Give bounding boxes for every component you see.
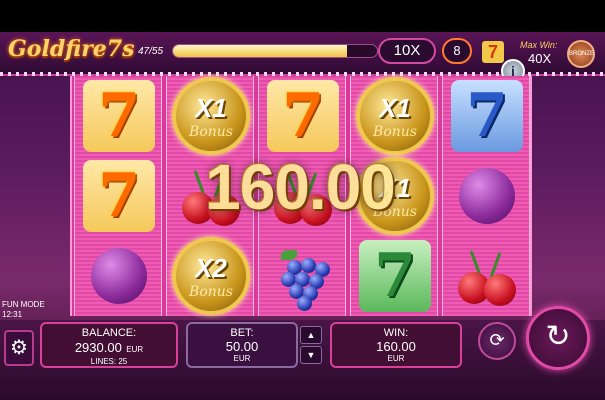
reel-cell [443, 236, 531, 316]
balance-panel: BALANCE: 2930.00 EUR LINES: 25 [40, 322, 178, 368]
bet-currency: EUR [233, 354, 251, 363]
reel-cell: 7 [351, 236, 439, 316]
bet-decrease-button[interactable]: ▼ [300, 346, 322, 364]
bonus-text: Bonus [189, 123, 233, 140]
bet-panel: BET: 50.00 EUR [186, 322, 298, 368]
win-value: 160.00 [376, 339, 416, 354]
bonus-multiplier: X1 [195, 92, 227, 123]
balance-label: BALANCE: [81, 327, 137, 339]
max-win-value: 40X [528, 51, 552, 66]
bonus-multiplier: X2 [195, 252, 227, 283]
game-stage: Goldfire7s 47/55 10X 8 7 Max Win: 40X BR… [0, 0, 605, 400]
seven-symbol: 7 [267, 80, 339, 152]
progress-fill [173, 45, 348, 57]
bet-stepper: ▲ ▼ [300, 326, 322, 364]
bet-value: 50.00 [225, 339, 259, 354]
reel-cell [259, 236, 347, 316]
reel-cell: X1 Bonus [351, 76, 439, 156]
reel-cell: 7 [75, 76, 163, 156]
bonus-text: Bonus [373, 123, 417, 140]
cherries-symbol [452, 246, 522, 306]
multiplier-display: 10X [378, 38, 436, 64]
game-logo: Goldfire7s [8, 36, 135, 62]
seven-symbol: 7 [83, 160, 155, 232]
reel-cell: 7 [75, 156, 163, 236]
bonus-text: Bonus [189, 283, 233, 300]
reel-cell: 7 [259, 76, 347, 156]
autoplay-icon: ⟳ [489, 330, 505, 350]
reel-cell: X1 Bonus [167, 76, 255, 156]
spin-icon: ↻ [545, 320, 571, 353]
bonus-coin-symbol: X2 Bonus [172, 237, 250, 315]
fun-mode-label: FUN MODE [2, 300, 45, 309]
max-win-label: Max Win: [520, 40, 558, 50]
progress-bar [172, 44, 378, 58]
reel-5: 7 [442, 76, 530, 316]
bonus-coin-symbol: X1 Bonus [172, 77, 250, 155]
seven-blue-symbol: 7 [451, 80, 523, 152]
bonus-multiplier: X1 [379, 92, 411, 123]
win-amount-overlay: 160.00 [205, 151, 396, 223]
gear-icon: ⚙ [10, 337, 28, 359]
spin-button[interactable]: ↻ [526, 306, 590, 370]
reel-1: 77 [74, 76, 162, 316]
plum-symbol [91, 248, 147, 304]
bronze-badge: BRONZE [567, 40, 595, 68]
win-currency: EUR [387, 354, 405, 363]
win-panel: WIN: 160.00 EUR [330, 322, 462, 368]
reel-cell: X2 Bonus [167, 236, 255, 316]
balance-currency: EUR [126, 345, 144, 354]
seven-green-symbol: 7 [359, 240, 431, 312]
settings-button[interactable]: ⚙ [4, 330, 34, 366]
balance-value: 2930.00 [74, 340, 122, 355]
bonus-coin-symbol: X1 Bonus [356, 77, 434, 155]
seven-icon: 7 [482, 41, 504, 63]
bet-increase-button[interactable]: ▲ [300, 326, 322, 344]
win-label: WIN: [383, 327, 409, 339]
reel-cell [75, 236, 163, 316]
spins-counter: 8 [442, 38, 472, 64]
clock: 12:31 [2, 310, 23, 319]
lines-label: LINES: 25 [90, 357, 128, 366]
reel-cell: 7 [443, 76, 531, 156]
plum-symbol [459, 168, 515, 224]
bet-label: BET: [230, 327, 254, 339]
reel-cell [443, 156, 531, 236]
autoplay-button[interactable]: ⟳ [478, 322, 516, 360]
seven-symbol: 7 [83, 80, 155, 152]
grapes-symbol [273, 246, 333, 311]
top-black-band [0, 0, 605, 32]
progress-label: 47/55 [138, 46, 164, 57]
